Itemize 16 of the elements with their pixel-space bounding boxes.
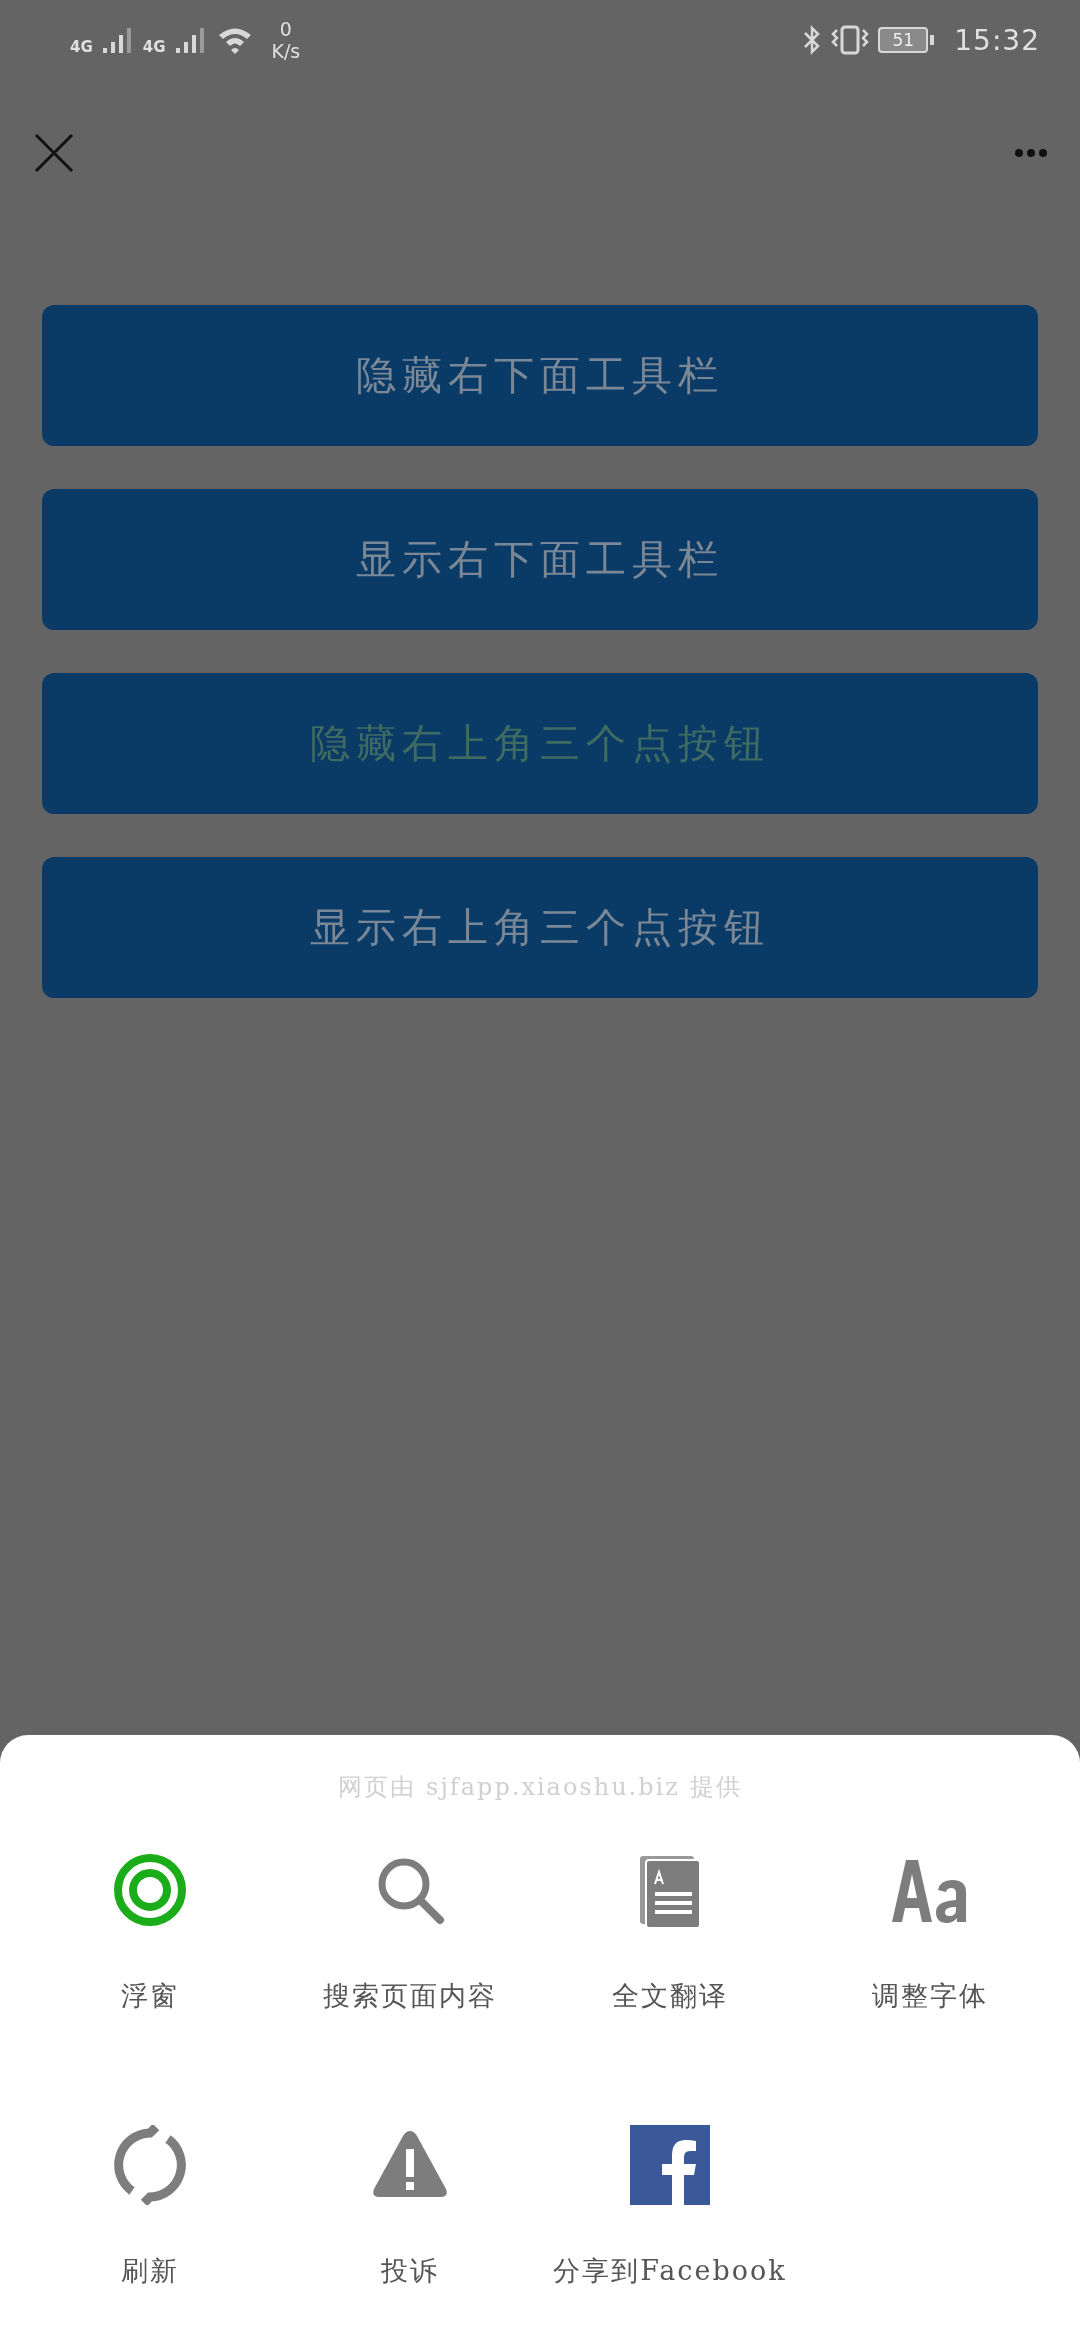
close-icon[interactable]: [34, 132, 74, 173]
speed-unit: K/s: [271, 40, 301, 62]
speed-value: 0: [279, 18, 292, 40]
menu-item-label[interactable]: 全文翻译: [612, 1978, 728, 2014]
menu-item-label[interactable]: 搜索页面内容: [323, 1978, 497, 2014]
menu-item-label[interactable]: 分享到Facebook: [553, 2253, 787, 2289]
clock-time: 15:32: [954, 23, 1040, 57]
network-type-label: 4G: [142, 38, 166, 56]
more-icon[interactable]: [1014, 147, 1048, 158]
menu-item-label[interactable]: 浮窗: [121, 1978, 179, 2014]
vibrate-icon: [830, 25, 871, 55]
menu-item-label[interactable]: 调整字体: [872, 1978, 988, 2014]
menu-item-label[interactable]: 投诉: [381, 2253, 439, 2289]
menu-item-label[interactable]: 刷新: [121, 2253, 179, 2289]
network-type-label: 4G: [70, 38, 93, 56]
facebook-icon[interactable]: [630, 2125, 710, 2205]
